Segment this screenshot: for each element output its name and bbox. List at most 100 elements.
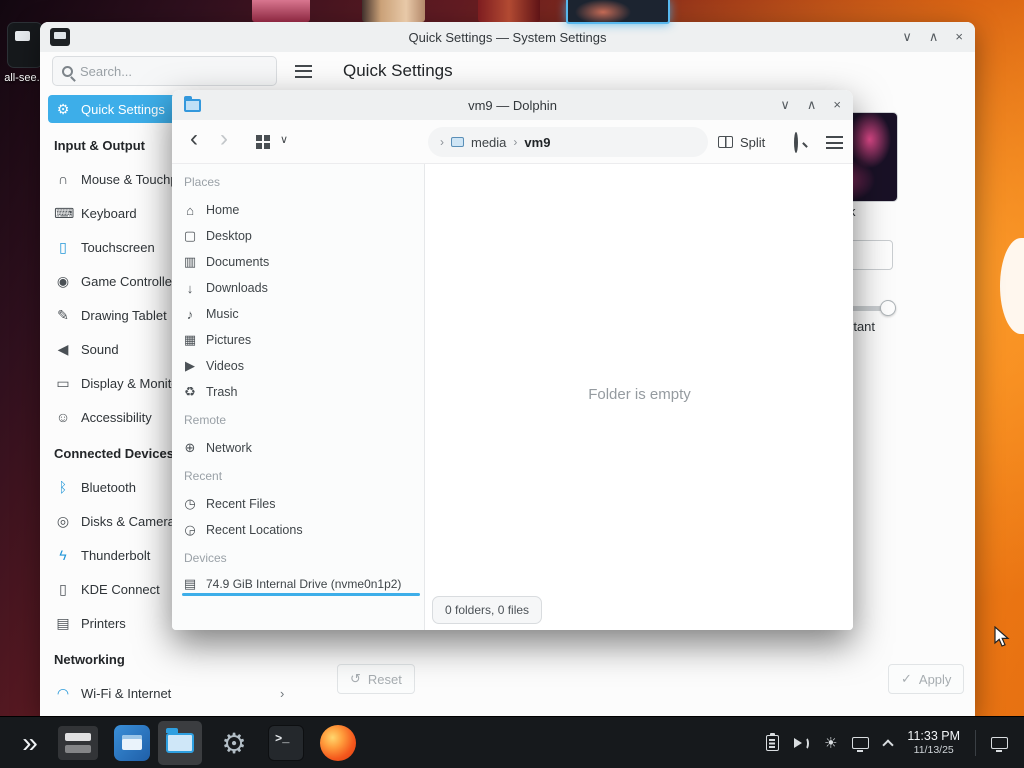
brightness-icon[interactable]: ☀ [824, 734, 837, 752]
places-panel: Places ⌂ Home ▢ Desktop ▥ Documents ↓ Downlo… [172, 164, 425, 630]
sidebar-item-label: Quick Settings [81, 101, 165, 117]
mouse-cursor [994, 626, 1010, 647]
places-item-trash[interactable]: ♻ Trash [182, 379, 420, 405]
window-thumbnail-3[interactable] [478, 0, 540, 22]
mouse-icon: ∩ [57, 171, 69, 187]
folder-view[interactable]: Folder is empty 0 folders, 0 files [426, 164, 853, 630]
search-icon [794, 132, 798, 153]
accessibility-icon: ☺ [55, 409, 71, 425]
drive-icon [451, 137, 464, 147]
sound-icon: ◀ [57, 340, 69, 357]
breadcrumb-current[interactable]: vm9 [524, 135, 550, 150]
taskbar-app-system-settings[interactable]: ⚙ [212, 721, 256, 765]
places-item-label: Music [206, 307, 239, 321]
places-section-remote: Remote [184, 413, 227, 427]
desktop: all-see... Quick Settings — System Setti… [0, 0, 1024, 768]
taskbar-app-blue[interactable] [110, 721, 154, 765]
drawing-tablet-icon: ✎ [57, 306, 69, 323]
app-launcher-button[interactable]: » [8, 721, 52, 765]
sidebar-item-label: Drawing Tablet [81, 307, 167, 323]
taskbar-app-dolphin[interactable] [158, 721, 202, 765]
taskbar-app-firefox[interactable] [316, 721, 360, 765]
places-item-recent-locations[interactable]: ◶ Recent Locations [182, 517, 420, 543]
sidebar-item-label: Accessibility [81, 409, 152, 425]
animation-speed-slider-handle[interactable] [880, 300, 896, 316]
taskbar: » ⚙ >_ ☀ 11:33 PM 11/13/25 [0, 716, 1024, 768]
places-item-label: Downloads [206, 281, 268, 295]
documents-icon: ▥ [183, 254, 197, 269]
sidebar-item-wifi-internet[interactable]: ◠ Wi-Fi & Internet › [48, 679, 324, 707]
expand-tray-icon[interactable] [882, 739, 895, 751]
view-mode-chevron-icon[interactable]: ∨ [280, 133, 288, 146]
maximize-icon[interactable]: ∧ [929, 29, 939, 45]
places-item-label: Network [206, 441, 252, 455]
taskbar-app-konsole[interactable]: >_ [264, 721, 308, 765]
terminal-icon: >_ [268, 725, 304, 761]
minimize-icon[interactable]: ∨ [780, 97, 790, 113]
apply-check-icon: ✓ [901, 671, 912, 686]
places-item-label: Documents [206, 255, 270, 269]
breadcrumb[interactable]: › media › vm9 [428, 127, 708, 157]
places-item-music[interactable]: ♪ Music [182, 301, 420, 327]
places-item-network[interactable]: ⊕ Network [182, 435, 420, 461]
places-item-label: Home [206, 203, 240, 217]
view-mode-icon[interactable] [256, 135, 270, 149]
breadcrumb-media[interactable]: media [471, 135, 506, 150]
back-icon[interactable]: ‹ [190, 125, 198, 153]
places-item-pictures[interactable]: ▦ Pictures [182, 327, 420, 353]
kde-connect-icon: ▯ [59, 580, 67, 597]
clock-time: 11:33 PM [907, 729, 960, 744]
close-icon[interactable]: × [955, 29, 963, 45]
window-thumbnail-2[interactable] [362, 0, 425, 22]
minimize-icon[interactable]: ∨ [902, 29, 912, 45]
forward-icon: › [220, 125, 228, 152]
clock-date: 11/13/25 [913, 744, 954, 757]
places-item-home[interactable]: ⌂ Home [182, 197, 420, 223]
places-item-desktop[interactable]: ▢ Desktop [182, 223, 420, 249]
thunderbolt-icon: ϟ [59, 547, 67, 563]
sidebar-item-label: Game Controllers [81, 273, 183, 289]
close-icon[interactable]: × [833, 97, 841, 113]
places-item-recent-files[interactable]: ◷ Recent Files [182, 491, 420, 517]
places-item-label: Desktop [206, 229, 252, 243]
clipboard-icon[interactable] [765, 733, 779, 751]
sidebar-item-label: Keyboard [81, 205, 137, 221]
desktop-icon-image [7, 22, 43, 68]
search-icon [62, 65, 73, 77]
search-input[interactable] [80, 63, 250, 79]
places-item-documents[interactable]: ▥ Documents [182, 249, 420, 275]
sidebar-item-label: Touchscreen [81, 239, 155, 255]
settings-titlebar[interactable]: Quick Settings — System Settings ∨ ∧ × [40, 22, 975, 52]
system-settings-app-icon [50, 28, 70, 46]
places-item-videos[interactable]: ▶ Videos [182, 353, 420, 379]
recent-files-icon: ◷ [184, 496, 196, 511]
sidebar-menu-icon[interactable] [295, 64, 312, 78]
chevron-right-icon: › [513, 135, 518, 149]
places-item-downloads[interactable]: ↓ Downloads [182, 275, 420, 301]
volume-icon[interactable] [793, 736, 809, 750]
peek-desktop-icon[interactable] [991, 737, 1008, 752]
hard-drive-icon: ▤ [183, 576, 197, 591]
downloads-icon: ↓ [186, 280, 194, 296]
music-icon: ♪ [186, 306, 194, 322]
launcher-icon: » [22, 727, 38, 758]
folder-icon [166, 728, 194, 753]
settings-search-box[interactable] [52, 56, 277, 86]
search-button[interactable] [794, 132, 798, 153]
blue-app-icon [114, 725, 150, 761]
reset-button[interactable]: ↺ Reset [337, 664, 415, 694]
firefox-icon [320, 725, 356, 761]
apply-label: Apply [918, 671, 952, 687]
hamburger-menu-icon[interactable] [826, 136, 843, 149]
apply-button[interactable]: ✓ Apply [888, 664, 965, 694]
window-thumbnail-1[interactable] [252, 0, 310, 22]
places-item-label: Videos [206, 359, 244, 373]
digital-clock[interactable]: 11:33 PM 11/13/25 [907, 729, 960, 757]
display-icon[interactable] [852, 737, 870, 752]
task-pager[interactable] [56, 721, 100, 765]
drive-capacity-bar [182, 593, 420, 596]
split-view-button[interactable]: Split [718, 127, 765, 157]
maximize-icon[interactable]: ∧ [807, 97, 817, 113]
window-thumbnail-selected[interactable] [566, 0, 670, 24]
dolphin-titlebar[interactable]: vm9 — Dolphin ∨ ∧ × [172, 90, 853, 120]
